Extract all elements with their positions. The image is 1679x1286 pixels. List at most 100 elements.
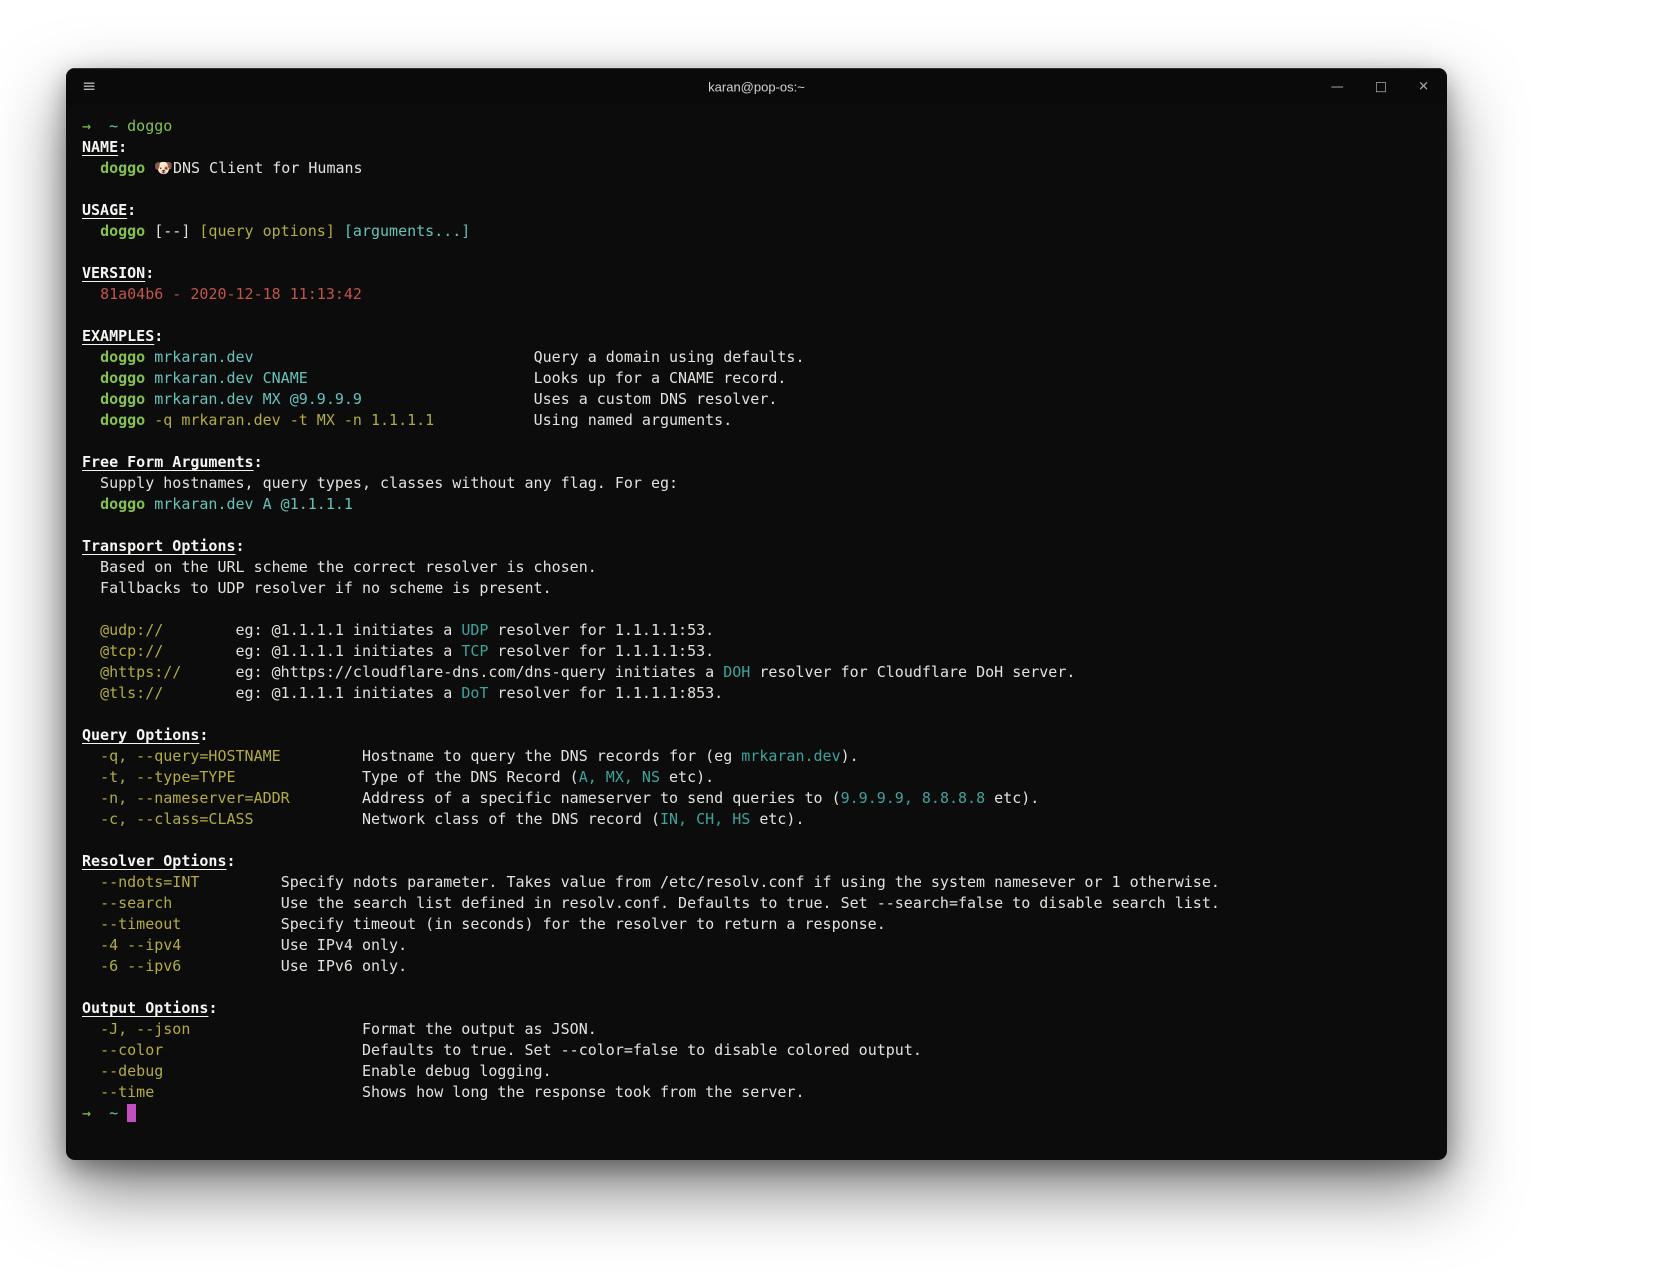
transport-text: Fallbacks to UDP resolver if no scheme i…	[82, 578, 1431, 599]
text-segment: A, MX, NS	[578, 768, 660, 786]
text-segment: VERSION	[82, 264, 146, 282]
text-segment: resolver for Cloudflare DoH server.	[750, 663, 1076, 681]
text-segment: resolver for 1.1.1.1:53.	[488, 621, 715, 639]
name-value: doggo 🐶DNS Client for Humans	[82, 158, 1431, 179]
text-segment: Free Form Arguments	[82, 453, 254, 471]
text-segment: mrkaran.dev	[741, 747, 841, 765]
text-segment	[82, 1083, 100, 1101]
terminal-content[interactable]: → ~ doggo NAME: doggo 🐶DNS Client for Hum…	[66, 104, 1447, 1144]
text-segment: Query Options	[82, 726, 200, 744]
text-segment: Fallbacks to UDP resolver if no scheme i…	[82, 579, 552, 597]
example-row: doggo mrkaran.dev MX @9.9.9.9 Uses a cus…	[82, 389, 1431, 410]
window-title: karan@pop-os:~	[708, 79, 805, 94]
text-segment: doggo	[100, 369, 146, 387]
terminal-cursor	[127, 1104, 137, 1122]
text-segment: Format the output as JSON.	[361, 1020, 597, 1038]
transport-row: @tcp:// eg: @1.1.1.1 initiates a TCP res…	[82, 641, 1431, 662]
text-segment	[82, 810, 100, 828]
text-segment	[82, 642, 100, 660]
example-row: doggo -q mrkaran.dev -t MX -n 1.1.1.1 Us…	[82, 410, 1431, 431]
resolver-row: --ndots=INT Specify ndots parameter. Tak…	[82, 872, 1431, 893]
text-segment: Transport Options	[82, 537, 236, 555]
text-segment: →	[82, 1104, 92, 1122]
text-segment: eg: @1.1.1.1 initiates a	[235, 642, 462, 660]
text-segment	[82, 1020, 100, 1038]
hamburger-menu-icon[interactable]: ≡	[82, 78, 96, 95]
text-segment: :	[235, 537, 245, 555]
text-segment	[82, 390, 100, 408]
text-segment: :	[118, 138, 128, 156]
text-segment: Defaults to true. Set --color=false to d…	[361, 1041, 922, 1059]
text-segment	[82, 789, 100, 807]
text-segment	[82, 747, 100, 765]
text-segment: Use IPv4 only.	[280, 936, 408, 954]
text-segment: -c, --class=CLASS	[100, 810, 254, 828]
freeform-example: doggo mrkaran.dev A @1.1.1.1	[82, 494, 1431, 515]
text-segment: doggo	[100, 390, 146, 408]
text-segment: ~	[109, 1104, 119, 1122]
text-segment: :	[226, 852, 236, 870]
text-segment: Specify timeout (in seconds) for the res…	[280, 915, 886, 933]
query-row: -c, --class=CLASS Network class of the D…	[82, 809, 1431, 830]
text-segment: Enable debug logging.	[361, 1062, 552, 1080]
transport-row: @udp:// eg: @1.1.1.1 initiates a UDP res…	[82, 620, 1431, 641]
text-segment: -t, --type=TYPE	[100, 768, 236, 786]
text-segment: doggo	[127, 117, 173, 135]
text-segment: --timeout	[100, 915, 182, 933]
text-segment: --ndots=INT	[100, 873, 200, 891]
text-segment: eg: @https://cloudflare-dns.com/dns-quer…	[235, 663, 724, 681]
text-segment: :	[199, 726, 209, 744]
text-segment: @tcp://	[100, 642, 164, 660]
text-segment	[82, 348, 100, 366]
text-segment: →	[82, 117, 92, 135]
text-segment: @tls://	[100, 684, 164, 702]
query-row: -q, --query=HOSTNAME Hostname to query t…	[82, 746, 1431, 767]
transport-row: @tls:// eg: @1.1.1.1 initiates a DoT res…	[82, 683, 1431, 704]
example-row: doggo mrkaran.dev CNAME Looks up for a C…	[82, 368, 1431, 389]
text-segment	[145, 348, 154, 366]
text-segment	[145, 390, 154, 408]
text-segment	[82, 222, 100, 240]
minimize-button[interactable]: —	[1331, 80, 1344, 93]
text-segment: doggo	[100, 411, 146, 429]
text-segment: :	[154, 327, 164, 345]
text-segment: DNS Client for Humans	[172, 159, 363, 177]
text-segment: mrkaran.dev A @1.1.1.1	[154, 495, 353, 513]
text-segment: ~	[109, 117, 119, 135]
output-row: -J, --json Format the output as JSON.	[82, 1019, 1431, 1040]
text-segment: IN, CH, HS	[659, 810, 751, 828]
text-segment: -4 --ipv4	[100, 936, 182, 954]
transport-row: @https:// eg: @https://cloudflare-dns.co…	[82, 662, 1431, 683]
text-segment	[82, 663, 100, 681]
text-segment: [--]	[145, 222, 200, 240]
text-segment: etc).	[660, 768, 715, 786]
text-segment: mrkaran.dev CNAME	[154, 369, 308, 387]
text-segment: mrkaran.dev	[154, 348, 254, 366]
text-segment: UDP	[461, 621, 489, 639]
window-controls: — □ ✕	[1331, 80, 1429, 93]
resolver-row: -6 --ipv6 Use IPv6 only.	[82, 956, 1431, 977]
text-segment: -J, --json	[100, 1020, 191, 1038]
close-button[interactable]: ✕	[1418, 80, 1429, 93]
text-segment: :	[127, 201, 137, 219]
text-segment: Resolver Options	[82, 852, 227, 870]
text-segment: -q mrkaran.dev -t MX -n 1.1.1.1	[154, 411, 435, 429]
text-segment: Use IPv6 only.	[280, 957, 408, 975]
text-segment	[145, 369, 154, 387]
resolver-header: Resolver Options:	[82, 851, 1431, 872]
text-segment: 81a04b6 - 2020-12-18 11:13:42	[100, 285, 362, 303]
text-segment	[82, 873, 100, 891]
text-segment: DoT	[461, 684, 489, 702]
text-segment: ).	[840, 747, 859, 765]
text-segment: NAME	[82, 138, 119, 156]
version-value: 81a04b6 - 2020-12-18 11:13:42	[82, 284, 1431, 305]
text-segment: 9.9.9.9, 8.8.8.8	[840, 789, 986, 807]
maximize-button[interactable]: □	[1375, 80, 1387, 93]
query-row: -n, --nameserver=ADDR Address of a speci…	[82, 788, 1431, 809]
text-segment: Shows how long the response took from th…	[361, 1083, 805, 1101]
text-segment: :	[253, 453, 263, 471]
